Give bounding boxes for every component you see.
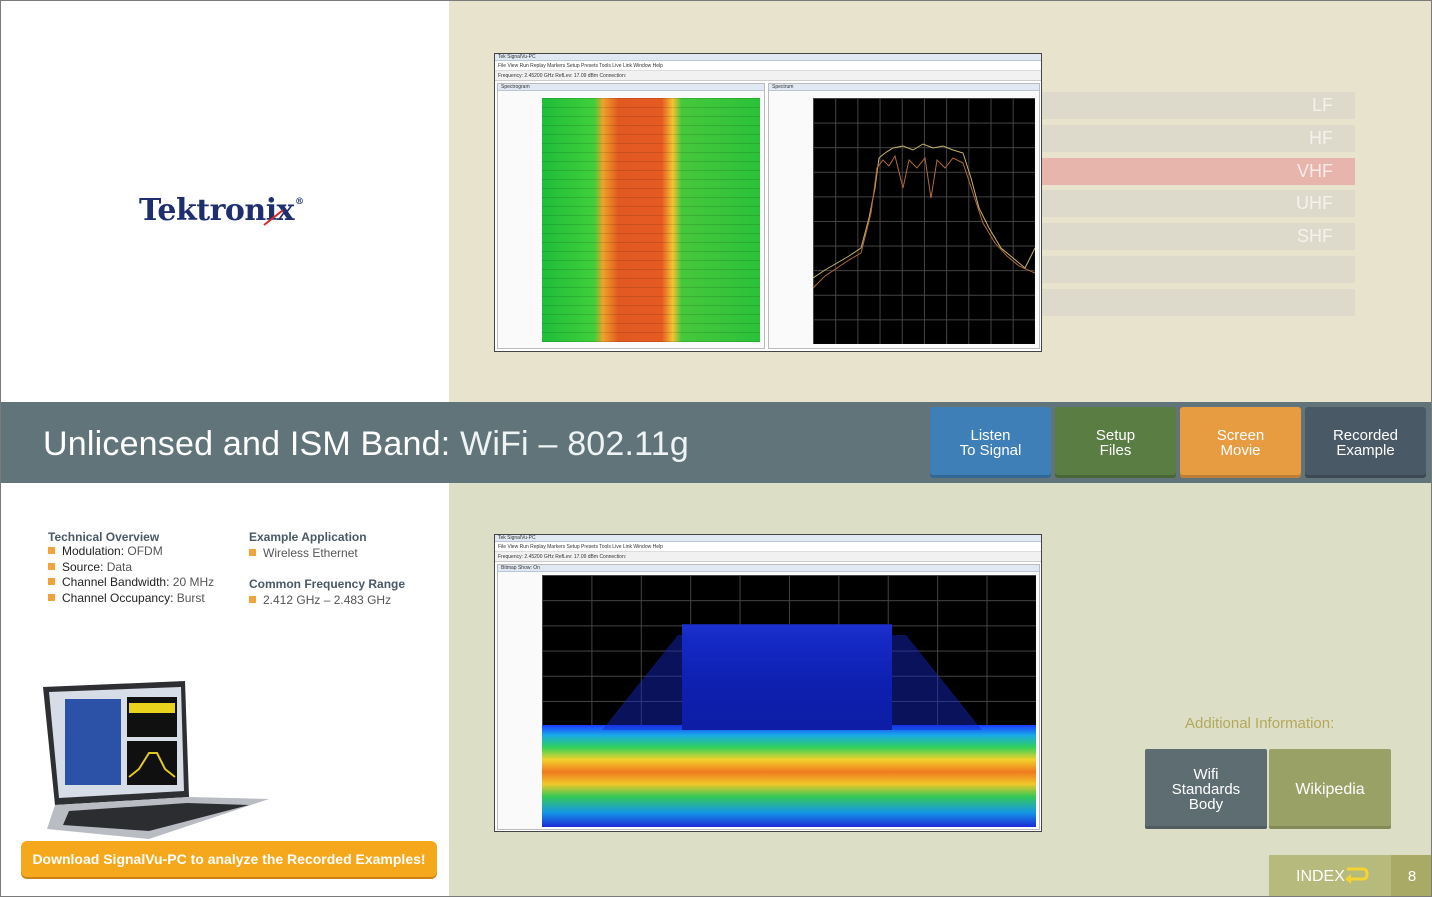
page-title: Unlicensed and ISM Band: WiFi – 802.11g: [43, 425, 689, 463]
toolbar: Frequency: 2.45200 GHz RefLev: 17.09 dBm…: [495, 71, 1041, 81]
toolbar: Frequency: 2.45200 GHz RefLev: 17.09 dBm…: [495, 552, 1041, 562]
spectrogram-panel: Spectrogram: [497, 83, 765, 349]
source-item: Source: Data: [48, 560, 132, 574]
panel-title: Bitmap Show: On: [498, 565, 1039, 572]
band-shf[interactable]: SHF: [1042, 223, 1355, 250]
setup-files-button[interactable]: Setup Files: [1055, 407, 1176, 478]
spectrum-trace: [813, 143, 1035, 289]
occupancy-item: Channel Occupancy: Burst: [48, 591, 205, 605]
window-title: Tek SignalVu-PC: [495, 54, 1041, 61]
modulation-item: Modulation: OFDM: [48, 544, 163, 558]
band-vhf[interactable]: VHF: [1042, 158, 1355, 185]
frequency-range-heading: Common Frequency Range: [249, 577, 406, 591]
spectrogram-display: [542, 98, 760, 342]
bitmap-screenshot: Tek SignalVu-PC File View Run Replay Mar…: [494, 534, 1042, 832]
return-arrow-icon: [1345, 867, 1369, 884]
spectrum-panel: Spectrum: [768, 83, 1040, 349]
band-uhf[interactable]: UHF: [1042, 190, 1355, 217]
band-hf[interactable]: HF: [1042, 125, 1355, 152]
panel-title: Spectrum: [769, 84, 1039, 91]
menu-bar: File View Run Replay Markers Setup Prese…: [495, 542, 1041, 552]
screen-movie-button[interactable]: Screen Movie: [1180, 407, 1301, 478]
bitmap-display: [542, 575, 1036, 827]
example-application-heading: Example Application: [249, 530, 367, 544]
wifi-standards-body-button[interactable]: Wifi Standards Body: [1145, 749, 1267, 829]
noise-floor-band: [542, 725, 1036, 827]
wikipedia-button[interactable]: Wikipedia: [1269, 749, 1391, 829]
band-empty-2[interactable]: [1042, 289, 1355, 316]
spectrum-display: [813, 98, 1035, 344]
download-signalvu-button[interactable]: Download SignalVu-PC to analyze the Reco…: [21, 841, 437, 877]
recorded-example-button[interactable]: Recorded Example: [1305, 407, 1426, 478]
window-title: Tek SignalVu-PC: [495, 535, 1041, 542]
panel-title: Spectrogram: [498, 84, 764, 91]
spectrogram-screenshot: Tek SignalVu-PC File View Run Replay Mar…: [494, 53, 1042, 352]
laptop-image: [43, 681, 269, 839]
bandwidth-item: Channel Bandwidth: 20 MHz: [48, 575, 214, 589]
menu-bar: File View Run Replay Markers Setup Prese…: [495, 61, 1041, 71]
page-number: 8: [1391, 855, 1431, 896]
bitmap-panel: Bitmap Show: On: [497, 564, 1040, 830]
frequency-range-value: 2.412 GHz – 2.483 GHz: [249, 593, 391, 607]
technical-overview-heading: Technical Overview: [48, 530, 160, 544]
additional-information-heading: Additional Information:: [1185, 715, 1335, 732]
band-lf[interactable]: LF: [1042, 92, 1355, 119]
band-empty-1[interactable]: [1042, 256, 1355, 283]
example-application-value: Wireless Ethernet: [249, 546, 358, 560]
listen-to-signal-button[interactable]: Listen To Signal: [930, 407, 1051, 478]
index-button[interactable]: INDEX: [1269, 855, 1391, 896]
slide: Tektronix® LF HF VHF UHF SHF Tek SignalV…: [0, 0, 1432, 897]
